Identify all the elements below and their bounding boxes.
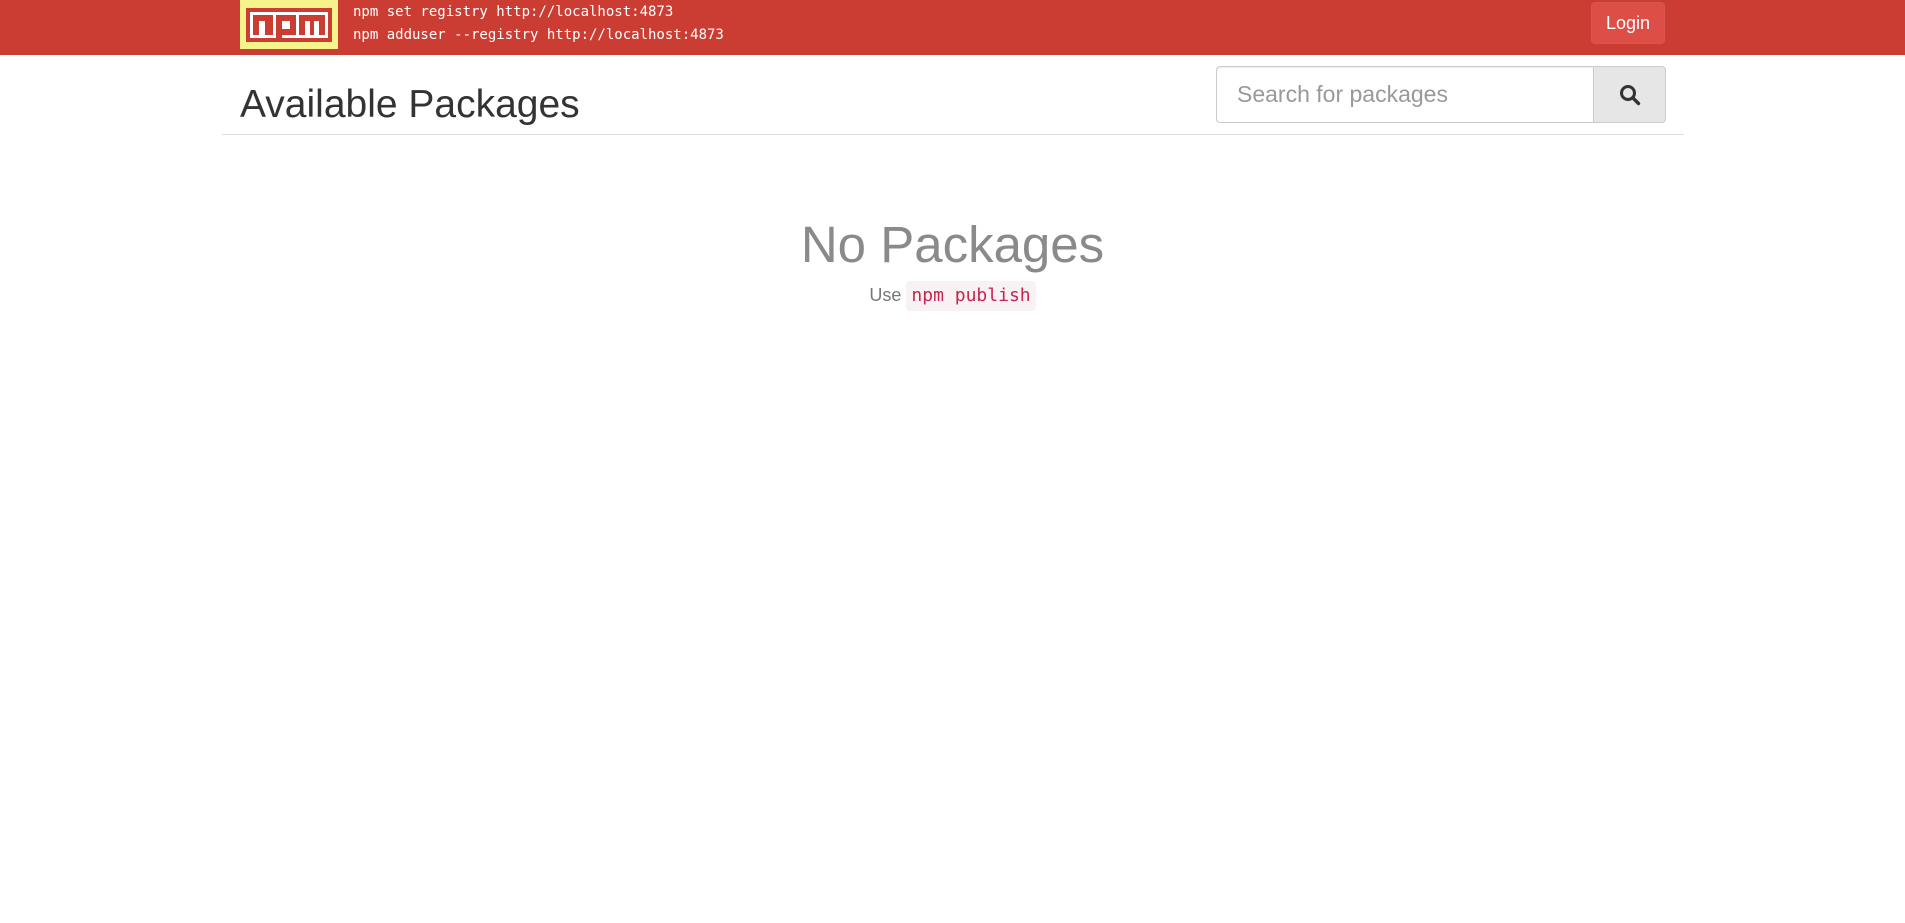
empty-state: No Packages Use npm publish (0, 210, 1905, 311)
search-icon (1619, 84, 1640, 105)
search-button[interactable] (1593, 66, 1666, 123)
empty-state-hint-prefix: Use (869, 285, 902, 305)
publish-command-code: npm publish (906, 281, 1036, 311)
page-header: Available Packages (222, 55, 1684, 135)
search-input[interactable] (1216, 66, 1593, 123)
setup-command-registry: npm set registry http://localhost:4873 (353, 4, 674, 20)
empty-state-hint: Use npm publish (0, 280, 1905, 311)
top-bar-container: npm set registry http://localhost:4873 n… (240, 0, 1665, 55)
setup-command-adduser: npm adduser --registry http://localhost:… (353, 27, 724, 43)
empty-state-title: No Packages (800, 216, 1105, 273)
page-title: Available Packages (240, 83, 580, 126)
top-bar: npm set registry http://localhost:4873 n… (0, 0, 1905, 55)
npm-logo[interactable] (240, 0, 338, 49)
npm-logo-icon (246, 7, 332, 42)
search-form (1216, 66, 1666, 123)
registry-setup-commands: npm set registry http://localhost:4873 n… (353, 1, 724, 47)
login-button[interactable]: Login (1591, 2, 1665, 44)
